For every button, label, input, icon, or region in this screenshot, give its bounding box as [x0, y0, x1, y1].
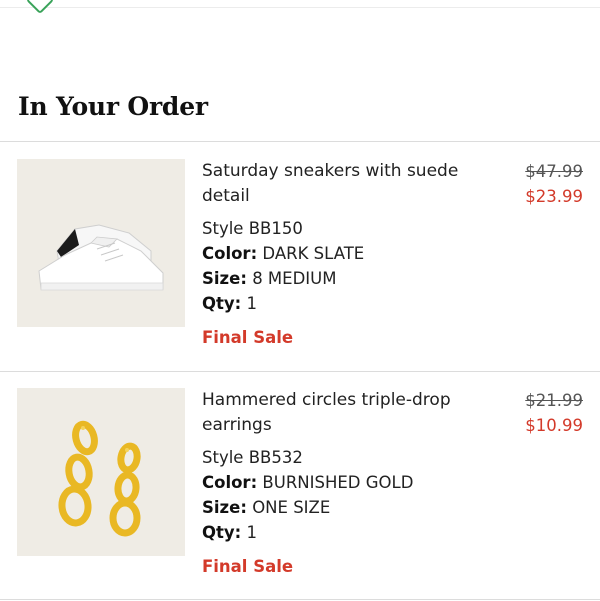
color-label: Color: — [202, 244, 258, 263]
size-value: ONE SIZE — [252, 498, 331, 517]
order-item: Hammered circles triple-drop earrings St… — [0, 371, 600, 601]
qty-value: 1 — [246, 294, 258, 313]
product-name[interactable]: Saturday sneakers with suede detail — [202, 159, 482, 209]
shield-icon — [25, 0, 55, 15]
color-value: DARK SLATE — [262, 244, 365, 263]
product-image-sneakers[interactable] — [17, 159, 185, 327]
qty-label: Qty: — [202, 523, 242, 542]
sneaker-illustration — [38, 224, 164, 291]
product-name[interactable]: Hammered circles triple-drop earrings — [202, 388, 482, 438]
color-value: BURNISHED GOLD — [262, 473, 414, 492]
color-label: Color: — [202, 473, 258, 492]
product-image-earrings[interactable] — [17, 388, 185, 556]
product-style: Style BB150 — [202, 219, 303, 238]
size-label: Size: — [202, 498, 247, 517]
final-sale-label: Final Sale — [202, 328, 294, 347]
earrings-illustration — [58, 420, 141, 537]
product-qty: Qty: 1 — [202, 520, 502, 545]
top-bar — [0, 0, 600, 15]
product-color: Color: BURNISHED GOLD — [202, 470, 502, 495]
original-price: $47.99 — [525, 162, 583, 181]
final-sale-label: Final Sale — [202, 557, 294, 576]
order-item: Saturday sneakers with suede detail Styl… — [0, 142, 600, 372]
product-size: Size: ONE SIZE — [202, 495, 502, 520]
item-details: Saturday sneakers with suede detail Styl… — [202, 159, 502, 350]
qty-label: Qty: — [202, 294, 242, 313]
size-value: 8 MEDIUM — [252, 269, 337, 288]
product-qty: Qty: 1 — [202, 291, 502, 316]
section-title: In Your Order — [18, 92, 208, 121]
sale-price: $23.99 — [525, 187, 583, 206]
item-details: Hammered circles triple-drop earrings St… — [202, 388, 502, 579]
qty-value: 1 — [246, 523, 258, 542]
size-label: Size: — [202, 269, 247, 288]
original-price: $21.99 — [525, 391, 583, 410]
product-style: Style BB532 — [202, 448, 303, 467]
product-color: Color: DARK SLATE — [202, 241, 502, 266]
price-block: $47.99 $23.99 — [525, 159, 583, 209]
product-size: Size: 8 MEDIUM — [202, 266, 502, 291]
sale-price: $10.99 — [525, 416, 583, 435]
price-block: $21.99 $10.99 — [525, 388, 583, 438]
